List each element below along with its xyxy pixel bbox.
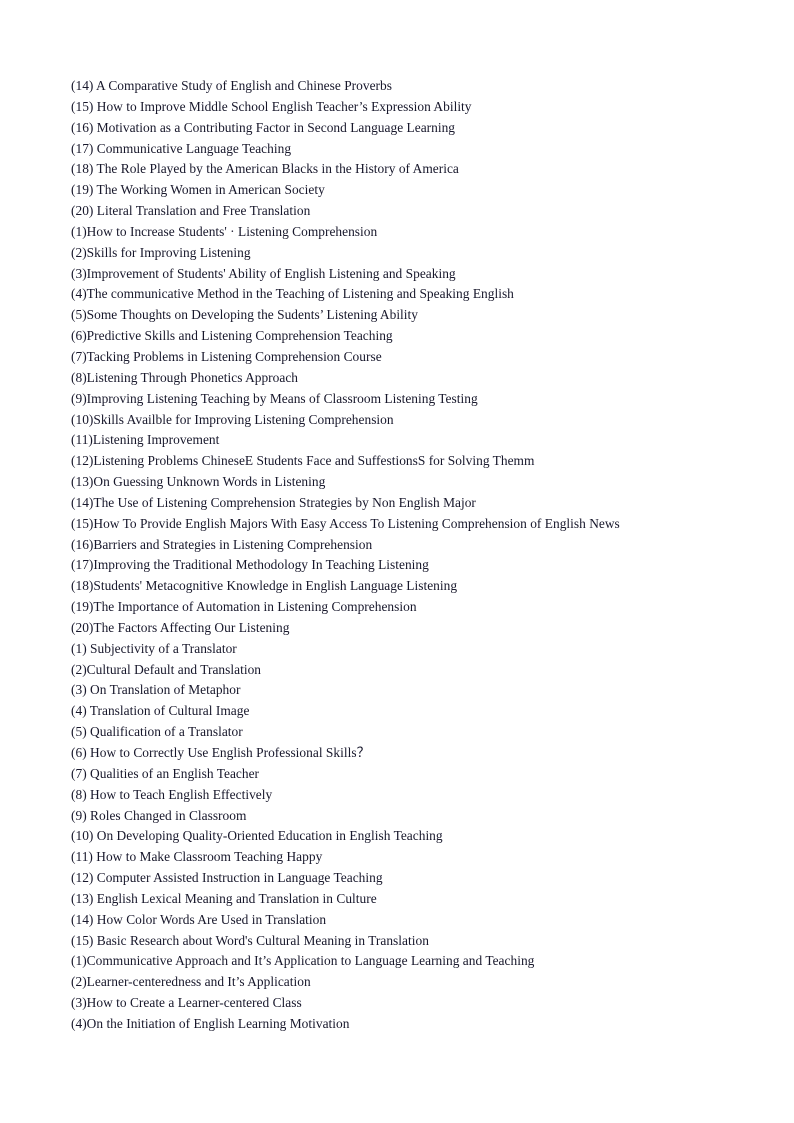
topic-line: (7) Qualities of an English Teacher (71, 765, 260, 781)
topic-line: (4)The communicative Method in the Teach… (71, 286, 514, 302)
topic-line: (7)Tacking Problems in Listening Compreh… (71, 348, 382, 364)
topic-line: (6)Predictive Skills and Listening Compr… (71, 328, 393, 344)
topic-line: (10) On Developing Quality-Oriented Educ… (71, 828, 443, 844)
topic-line: (10)Skills Availble for Improving Listen… (71, 411, 394, 427)
topic-group-general: (14) A Comparative Study of English and … (71, 76, 731, 222)
topic-line: (4) Translation of Cultural Image (71, 703, 250, 719)
topic-line: (9)Improving Listening Teaching by Means… (71, 390, 478, 406)
topic-line: (11) How to Make Classroom Teaching Happ… (71, 849, 323, 865)
topic-line: (13)On Guessing Unknown Words in Listeni… (71, 474, 326, 490)
topic-line: (1) Subjectivity of a Translator (71, 640, 237, 656)
topic-group-translation-teaching: (1) Subjectivity of a Translator (2)Cult… (71, 639, 731, 952)
topic-line: (17) Communicative Language Teaching (71, 140, 292, 156)
topic-line: (14) A Comparative Study of English and … (71, 78, 392, 93)
topic-line: (15) Basic Research about Word's Cultura… (71, 932, 429, 948)
topic-line: (6) How to Correctly Use English Profess… (71, 745, 370, 760)
topic-line: (8) How to Teach English Effectively (71, 786, 273, 802)
topic-line: (20) Literal Translation and Free Transl… (71, 203, 311, 219)
topic-line: (12)Listening Problems ChineseE Students… (71, 453, 535, 469)
topic-line: (3) On Translation of Metaphor (71, 682, 241, 698)
topic-line: (2)Learner-centeredness and It’s Applica… (71, 974, 311, 990)
topic-line: (8)Listening Through Phonetics Approach (71, 369, 299, 385)
topic-line: (19)The Importance of Automation in List… (71, 599, 417, 615)
topic-line: (4)On the Initiation of English Learning… (71, 1015, 350, 1031)
topic-line: (11)Listening Improvement (71, 432, 220, 448)
topic-line: (17)Improving the Traditional Methodolog… (71, 557, 429, 573)
topic-line: (2)Skills for Improving Listening (71, 244, 251, 260)
topic-list-body: (14) A Comparative Study of English and … (71, 76, 731, 1035)
topic-line: (16)Barriers and Strategies in Listening… (71, 536, 373, 552)
topic-line: (3)How to Create a Learner-centered Clas… (71, 995, 302, 1011)
topic-line: (20)The Factors Affecting Our Listening (71, 619, 290, 635)
topic-line: (2)Cultural Default and Translation (71, 661, 261, 677)
topic-line: (1)How to Increase Students' · Listening… (71, 223, 378, 239)
topic-line: (18) The Role Played by the American Bla… (71, 161, 459, 177)
topic-line: (3)Improvement of Students' Ability of E… (71, 265, 456, 281)
topic-group-communicative-approach: (1)Communicative Approach and It’s Appli… (71, 951, 731, 1034)
topic-line: (14)The Use of Listening Comprehension S… (71, 494, 476, 510)
topic-line: (18)Students' Metacognitive Knowledge in… (71, 578, 458, 594)
topic-line: (15) How to Improve Middle School Englis… (71, 98, 472, 114)
topic-line: (5)Some Thoughts on Developing the Suden… (71, 307, 418, 323)
topic-line: (16) Motivation as a Contributing Factor… (71, 119, 456, 135)
topic-line: (13) English Lexical Meaning and Transla… (71, 890, 377, 906)
topic-line: (5) Qualification of a Translator (71, 724, 243, 740)
topic-line: (9) Roles Changed in Classroom (71, 807, 247, 823)
topic-group-listening: (1)How to Increase Students' · Listening… (71, 222, 731, 639)
topic-line: (15)How To Provide English Majors With E… (71, 515, 620, 531)
topic-line: (12) Computer Assisted Instruction in La… (71, 870, 383, 886)
document-page: (14) A Comparative Study of English and … (0, 0, 794, 1123)
topic-line: (14) How Color Words Are Used in Transla… (71, 911, 327, 927)
topic-line: (19) The Working Women in American Socie… (71, 182, 325, 198)
topic-line: (1)Communicative Approach and It’s Appli… (71, 953, 535, 969)
